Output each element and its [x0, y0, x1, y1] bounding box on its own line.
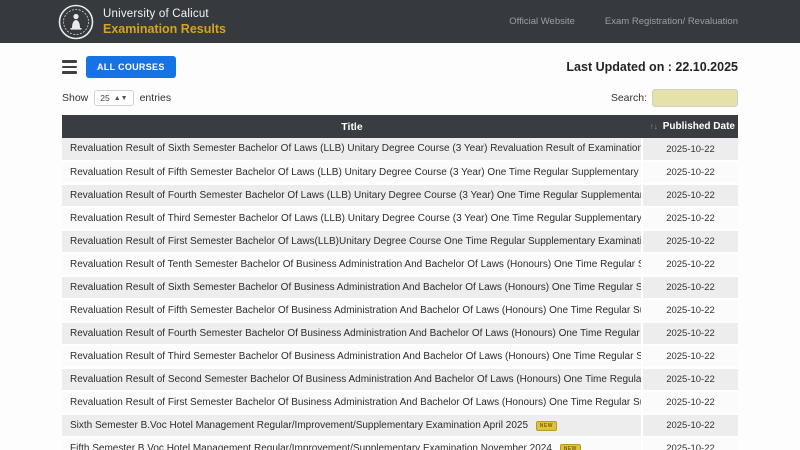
table-row[interactable]: Revaluation Result of Fifth Semester Bac…	[62, 161, 738, 184]
top-navbar: University of Calicut Examination Result…	[0, 0, 800, 43]
published-date-cell: 2025-10-22	[642, 161, 738, 184]
page-title: Examination Results	[103, 22, 226, 36]
table-row[interactable]: Revaluation Result of First Semester Bac…	[62, 391, 738, 414]
table-row[interactable]: Revaluation Result of Fifth Semester Bac…	[62, 299, 738, 322]
result-link[interactable]: Revaluation Result of First Semester Bac…	[70, 397, 642, 408]
toolbar: ALL COURSES Last Updated on : 22.10.2025	[62, 56, 738, 78]
table-row[interactable]: Revaluation Result of Fourth Semester Ba…	[62, 184, 738, 207]
result-link[interactable]: Revaluation Result of Sixth Semester Bac…	[70, 282, 642, 293]
entries-select[interactable]: 25 ▲▼	[94, 90, 133, 106]
published-date-cell: 2025-10-22	[642, 253, 738, 276]
brand-text: University of Calicut Examination Result…	[103, 8, 226, 36]
table-row[interactable]: Revaluation Result of Fourth Semester Ba…	[62, 322, 738, 345]
nav-official-website[interactable]: Official Website	[509, 16, 575, 27]
sort-icon: ↑↓	[650, 122, 658, 131]
search-control: Search:	[611, 89, 738, 107]
top-nav-links: Official Website Exam Registration/ Reva…	[509, 16, 738, 27]
published-date-cell: 2025-10-22	[642, 368, 738, 391]
table-row[interactable]: Revaluation Result of Third Semester Bac…	[62, 345, 738, 368]
brand[interactable]: University of Calicut Examination Result…	[58, 4, 226, 40]
all-courses-button[interactable]: ALL COURSES	[86, 56, 176, 78]
menu-icon[interactable]	[62, 58, 77, 75]
published-date-cell: 2025-10-22	[642, 230, 738, 253]
table-row[interactable]: Revaluation Result of Sixth Semester Bac…	[62, 276, 738, 299]
result-link[interactable]: Revaluation Result of Fifth Semester Bac…	[70, 167, 642, 178]
table-row[interactable]: Revaluation Result of First Semester Bac…	[62, 230, 738, 253]
university-name: University of Calicut	[103, 8, 226, 20]
results-table: Title ↑↓ Published Date Revaluation Resul…	[62, 115, 738, 450]
entries-label: entries	[140, 92, 172, 104]
university-seal-logo	[58, 4, 94, 40]
column-header-published-date[interactable]: ↑↓ Published Date	[642, 115, 738, 138]
table-row[interactable]: Revaluation Result of Sixth Semester Bac…	[62, 138, 738, 161]
result-link[interactable]: Revaluation Result of Fifth Semester Bac…	[70, 305, 642, 316]
table-header-row: Title ↑↓ Published Date	[62, 115, 738, 138]
published-date-cell: 2025-10-22	[642, 345, 738, 368]
published-date-cell: 2025-10-22	[642, 391, 738, 414]
table-row[interactable]: Revaluation Result of Second Semester Ba…	[62, 368, 738, 391]
result-link[interactable]: Revaluation Result of Second Semester Ba…	[70, 374, 642, 385]
table-row[interactable]: Sixth Semester B.Voc Hotel Management Re…	[62, 414, 738, 437]
result-link[interactable]: Revaluation Result of Fourth Semester Ba…	[70, 328, 642, 339]
search-label: Search:	[611, 92, 647, 104]
table-row[interactable]: Revaluation Result of Third Semester Bac…	[62, 207, 738, 230]
published-date-cell: 2025-10-22	[642, 276, 738, 299]
table-row[interactable]: Revaluation Result of Tenth Semester Bac…	[62, 253, 738, 276]
show-label: Show	[62, 92, 88, 104]
new-badge: NEW	[560, 444, 581, 450]
column-header-title[interactable]: Title	[62, 115, 642, 138]
show-entries-control: Show 25 ▲▼ entries	[62, 90, 171, 106]
table-controls: Show 25 ▲▼ entries Search:	[62, 89, 738, 107]
select-arrows-icon: ▲▼	[114, 95, 128, 102]
published-date-cell: 2025-10-22	[642, 437, 738, 450]
search-input[interactable]	[652, 89, 738, 107]
result-link[interactable]: Revaluation Result of Tenth Semester Bac…	[70, 259, 642, 270]
table-row[interactable]: Fifth Semester B.Voc Hotel Management Re…	[62, 437, 738, 450]
result-link[interactable]: Revaluation Result of First Semester Bac…	[70, 236, 642, 247]
published-date-cell: 2025-10-22	[642, 138, 738, 161]
toolbar-left: ALL COURSES	[62, 56, 176, 78]
published-date-cell: 2025-10-22	[642, 207, 738, 230]
results-table-body: Revaluation Result of Sixth Semester Bac…	[62, 138, 738, 450]
result-link[interactable]: Revaluation Result of Sixth Semester Bac…	[70, 143, 642, 154]
published-date-label: Published Date	[663, 121, 735, 132]
main-content: ALL COURSES Last Updated on : 22.10.2025…	[0, 43, 800, 450]
result-link[interactable]: Revaluation Result of Third Semester Bac…	[70, 351, 642, 362]
published-date-cell: 2025-10-22	[642, 322, 738, 345]
entries-select-value: 25	[100, 93, 109, 103]
new-badge: NEW	[536, 421, 557, 431]
published-date-cell: 2025-10-22	[642, 184, 738, 207]
result-link[interactable]: Sixth Semester B.Voc Hotel Management Re…	[70, 420, 528, 431]
result-link[interactable]: Fifth Semester B.Voc Hotel Management Re…	[70, 443, 552, 450]
result-link[interactable]: Revaluation Result of Third Semester Bac…	[70, 213, 642, 224]
last-updated-text: Last Updated on : 22.10.2025	[566, 60, 738, 74]
nav-exam-registration-revaluation[interactable]: Exam Registration/ Revaluation	[605, 16, 738, 27]
result-link[interactable]: Revaluation Result of Fourth Semester Ba…	[70, 190, 642, 201]
published-date-cell: 2025-10-22	[642, 414, 738, 437]
published-date-cell: 2025-10-22	[642, 299, 738, 322]
